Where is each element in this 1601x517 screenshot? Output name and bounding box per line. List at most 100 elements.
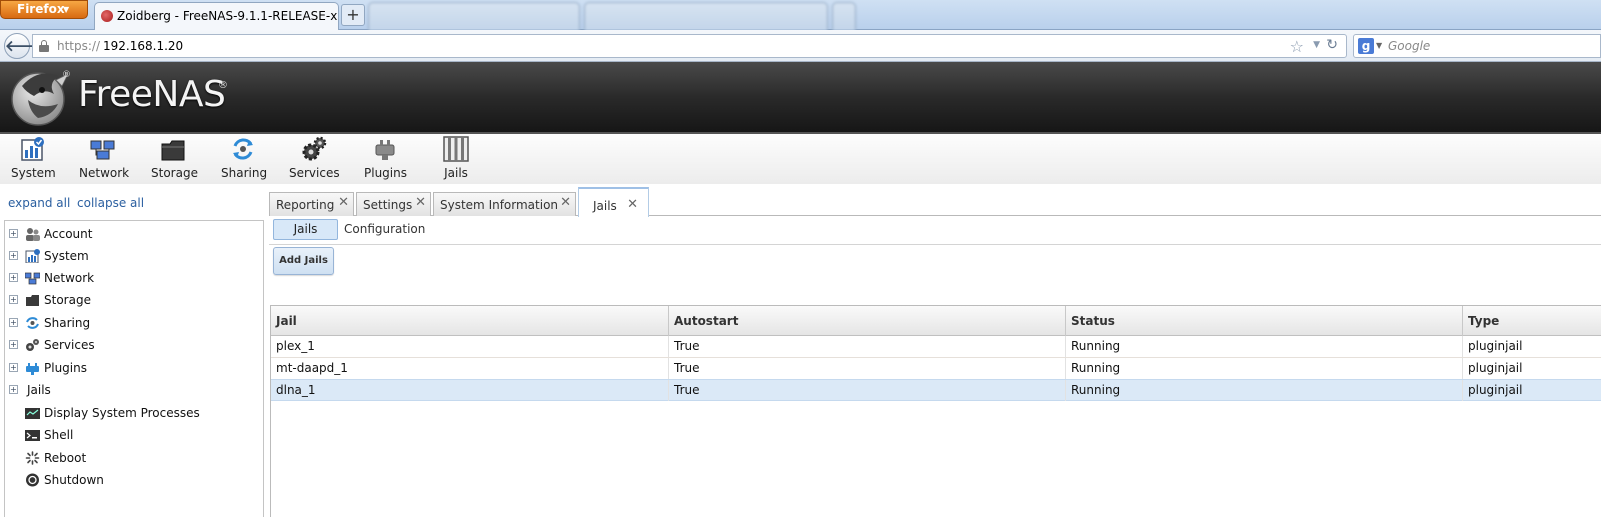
tree-item-jails[interactable]: + Jails <box>5 379 263 401</box>
new-tab-button[interactable]: + <box>341 4 365 26</box>
close-icon[interactable]: ✕ <box>415 195 426 210</box>
add-jails-button[interactable]: Add Jails <box>273 247 334 275</box>
jails-icon <box>443 136 469 162</box>
toolbar-sharing-button[interactable]: Sharing <box>221 136 267 180</box>
reload-icon[interactable]: ↻ <box>1326 37 1338 53</box>
shell-icon <box>25 430 40 441</box>
tree-item-shutdown[interactable]: Shutdown <box>5 469 263 491</box>
tree-item-reboot[interactable]: Reboot <box>5 447 263 469</box>
expand-plus-icon[interactable]: + <box>9 340 18 349</box>
expand-plus-icon[interactable]: + <box>9 273 18 282</box>
expand-plus-icon[interactable]: + <box>9 295 18 304</box>
freenas-favicon-icon <box>101 10 113 22</box>
tab-label: Settings <box>363 198 413 212</box>
cell-autostart: True <box>669 336 1066 357</box>
collapse-all-link[interactable]: collapse all <box>77 196 144 210</box>
toolbar-label: Network <box>79 166 130 180</box>
column-header-jail[interactable]: Jail <box>271 306 669 336</box>
tree-item-network[interactable]: + Network <box>5 267 263 289</box>
column-header-type[interactable]: Type <box>1463 306 1601 336</box>
toolbar-jails-button[interactable]: Jails <box>441 136 471 180</box>
cell-jail: mt-daapd_1 <box>271 358 669 379</box>
tab-label: Jails <box>593 199 617 213</box>
registered-mark: ® <box>62 70 71 80</box>
app-header: ® FreeNAS ® <box>0 62 1601 134</box>
reboot-icon <box>25 451 40 465</box>
sharing-icon <box>233 138 253 160</box>
storage-icon <box>26 295 39 306</box>
main-toolbar: System Network Storage Sharing Services … <box>0 134 1601 184</box>
tab-label: System Information <box>440 198 559 212</box>
column-header-status[interactable]: Status <box>1066 306 1463 336</box>
expand-plus-icon[interactable]: + <box>9 385 18 394</box>
column-header-autostart[interactable]: Autostart <box>669 306 1066 336</box>
tree-item-shell[interactable]: Shell <box>5 424 263 446</box>
close-icon[interactable]: ✕ <box>338 195 349 210</box>
services-icon <box>26 339 39 351</box>
tab-reporting[interactable]: Reporting ✕ <box>269 192 354 216</box>
back-button[interactable]: 🡐 <box>4 33 45 59</box>
chevron-down-icon[interactable]: ▼ <box>1376 41 1382 50</box>
google-logo-icon[interactable]: g <box>1358 38 1374 54</box>
tree-item-display-system-processes[interactable]: Display System Processes <box>5 402 263 424</box>
tree-item-label: Reboot <box>44 451 87 465</box>
browser-tab-blurred[interactable] <box>832 2 856 30</box>
toolbar-plugins-button[interactable]: Plugins <box>364 136 407 180</box>
expand-plus-icon[interactable]: + <box>9 229 18 238</box>
toolbar-label: Plugins <box>364 166 407 180</box>
search-input[interactable] <box>1388 36 1588 56</box>
tab-jails[interactable]: Jails ✕ <box>578 187 649 217</box>
network-icon <box>90 140 115 160</box>
freenas-logo-text: FreeNAS <box>78 74 226 115</box>
cell-autostart: True <box>669 380 1066 401</box>
close-icon[interactable]: ✕ <box>627 197 638 212</box>
close-icon[interactable]: ✕ <box>560 195 571 210</box>
tab-label: Reporting <box>276 198 335 212</box>
table-row[interactable]: plex_1 True Running pluginjail <box>271 336 1601 358</box>
expand-plus-icon[interactable]: + <box>9 318 18 327</box>
toolbar-label: Storage <box>151 166 198 180</box>
toolbar-network-button[interactable]: Network <box>79 136 130 180</box>
table-row-selected[interactable]: dlna_1 True Running pluginjail <box>271 379 1601 401</box>
expand-plus-icon[interactable]: + <box>9 363 18 372</box>
toolbar-services-button[interactable]: Services <box>289 136 340 180</box>
search-bar[interactable]: g ▼ <box>1353 34 1601 58</box>
bookmark-star-icon[interactable]: ☆ <box>1290 37 1304 56</box>
shutdown-icon <box>26 473 39 487</box>
expand-all-link[interactable]: expand all <box>8 196 70 210</box>
subtab-configuration[interactable]: Configuration <box>344 222 425 236</box>
plugins-icon <box>26 363 39 375</box>
tree-item-system[interactable]: + System <box>5 245 263 267</box>
table-row[interactable]: mt-daapd_1 True Running pluginjail <box>271 358 1601 380</box>
browser-tab-blurred[interactable] <box>368 2 580 30</box>
firefox-menu-button[interactable]: Firefox ▼ <box>0 0 88 19</box>
jails-table: Jail Autostart Status Type plex_1 True R… <box>270 305 1601 517</box>
browser-tab-active[interactable]: Zoidberg - FreeNAS-9.1.1-RELEASE-x64 (..… <box>94 2 339 30</box>
tree-item-label: Services <box>44 338 95 352</box>
toolbar-storage-button[interactable]: Storage <box>151 136 198 180</box>
tab-system-information[interactable]: System Information ✕ <box>433 192 576 216</box>
toolbar-label: Jails <box>444 166 468 180</box>
url-bar[interactable]: https:// 192.168.1.20 ☆ ▼ ↻ <box>32 34 1347 58</box>
chevron-down-icon[interactable]: ▼ <box>1313 40 1320 50</box>
cell-type: pluginjail <box>1468 339 1523 353</box>
toolbar-system-button[interactable]: System <box>11 136 56 180</box>
browser-tab-title: Zoidberg - FreeNAS-9.1.1-RELEASE-x64 (..… <box>117 9 339 23</box>
tree-item-label: Shell <box>44 428 74 442</box>
cell-type: pluginjail <box>1468 361 1523 375</box>
browser-nav-bar: 🡐 https:// 192.168.1.20 ☆ ▼ ↻ g ▼ <box>0 30 1601 62</box>
browser-tab-blurred[interactable] <box>584 2 828 30</box>
subtab-jails[interactable]: Jails <box>273 219 338 240</box>
tree-item-label: Storage <box>44 293 91 307</box>
tree-item-sharing[interactable]: + Sharing <box>5 312 263 334</box>
expand-plus-icon[interactable]: + <box>9 251 18 260</box>
cell-type: pluginjail <box>1468 383 1523 397</box>
plugins-icon <box>375 140 395 160</box>
tree-item-plugins[interactable]: + Plugins <box>5 357 263 379</box>
tree-item-storage[interactable]: + Storage <box>5 289 263 311</box>
tree-item-label: Account <box>44 227 93 241</box>
firefox-menu-label: Firefox <box>17 2 65 16</box>
tree-item-account[interactable]: + Account <box>5 223 263 245</box>
tab-settings[interactable]: Settings ✕ <box>356 192 431 216</box>
tree-item-services[interactable]: + Services <box>5 334 263 356</box>
